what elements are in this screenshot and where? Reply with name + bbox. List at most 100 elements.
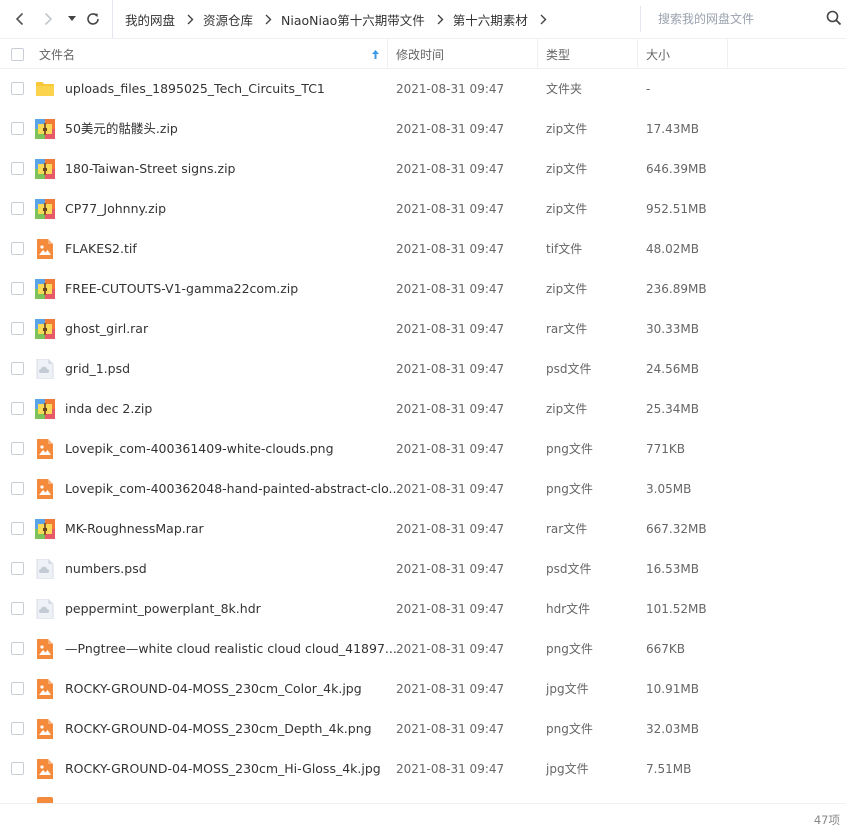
file-row[interactable]: uploads_files_1895025_Tech_Circuits_TC1 … <box>0 69 846 109</box>
file-row[interactable]: ROCKY-GROUND-04-MOSS_230cm_Depth_4k.png … <box>0 709 846 749</box>
file-row[interactable]: ROCKY-GROUND-04-MOSS_230cm_Hi-Gloss_4k.j… <box>0 749 846 789</box>
file-row[interactable]: —Pngtree—white cloud realistic cloud clo… <box>0 629 846 669</box>
file-row[interactable]: 180-Taiwan-Street signs.zip 2021-08-31 0… <box>0 149 846 189</box>
back-button[interactable] <box>8 0 32 38</box>
file-modified-time: 2021-08-31 09:47 <box>396 242 505 256</box>
file-type: rar文件 <box>546 322 588 336</box>
breadcrumb-item[interactable]: 我的网盘 <box>125 10 175 29</box>
breadcrumb-item[interactable]: NiaoNiao第十六期带文件 <box>281 10 425 29</box>
column-header-name[interactable]: 文件名 <box>39 39 75 69</box>
file-name[interactable]: MK-RoughnessMap.rar <box>65 509 204 549</box>
file-type: hdr文件 <box>546 602 591 616</box>
file-size: 10.91MB <box>646 682 699 696</box>
file-size: 17.43MB <box>646 122 699 136</box>
row-checkbox[interactable] <box>11 402 24 415</box>
breadcrumb-item-current[interactable]: 第十六期素材 <box>453 10 528 29</box>
file-name[interactable]: FREE-CUTOUTS-V1-gamma22com.zip <box>65 269 298 309</box>
row-checkbox[interactable] <box>11 762 24 775</box>
file-name[interactable]: CP77_Johnny.zip <box>65 189 166 229</box>
file-name[interactable]: numbers.psd <box>65 549 147 589</box>
breadcrumb-item[interactable]: 资源仓库 <box>203 10 253 29</box>
file-type: zip文件 <box>546 282 588 296</box>
row-checkbox[interactable] <box>11 202 24 215</box>
file-row[interactable]: grid_1.psd 2021-08-31 09:47 psd文件 24.56M… <box>0 349 846 389</box>
column-divider[interactable] <box>537 39 538 69</box>
file-modified-time: 2021-08-31 09:47 <box>396 682 505 696</box>
file-name[interactable]: 50美元的骷髅头.zip <box>65 109 178 149</box>
file-type: zip文件 <box>546 162 588 176</box>
row-checkbox[interactable] <box>11 362 24 375</box>
row-checkbox[interactable] <box>11 242 24 255</box>
file-row[interactable]: ROCKY-GROUND-04-MOSS_230cm_Color_4k.jpg … <box>0 669 846 709</box>
file-row[interactable]: numbers.psd 2021-08-31 09:47 psd文件 16.53… <box>0 549 846 589</box>
breadcrumb: 我的网盘 资源仓库 NiaoNiao第十六期带文件 第十六期素材 <box>112 0 556 38</box>
row-checkbox[interactable] <box>11 162 24 175</box>
folder-icon <box>35 79 55 99</box>
row-checkbox[interactable] <box>11 82 24 95</box>
file-name[interactable]: grid_1.psd <box>65 349 130 389</box>
file-type: jpg文件 <box>546 762 589 776</box>
archive-icon <box>35 119 55 139</box>
file-name[interactable]: Lovepik_com-400362048-hand-painted-abstr… <box>65 469 400 509</box>
file-size: 771KB <box>646 442 686 456</box>
file-row[interactable]: FLAKES2.tif 2021-08-31 09:47 tif文件 48.02… <box>0 229 846 269</box>
file-modified-time: 2021-08-31 09:47 <box>396 162 505 176</box>
image-file-icon <box>35 439 55 459</box>
row-checkbox[interactable] <box>11 522 24 535</box>
forward-button[interactable] <box>36 0 60 38</box>
file-row[interactable]: 50美元的骷髅头.zip 2021-08-31 09:47 zip文件 17.4… <box>0 109 846 149</box>
file-type: zip文件 <box>546 202 588 216</box>
file-name[interactable]: ROCKY-GROUND-04-MOSS_230cm_Depth_4k.png <box>65 709 372 749</box>
row-checkbox[interactable] <box>11 482 24 495</box>
file-name[interactable]: uploads_files_1895025_Tech_Circuits_TC1 <box>65 69 325 109</box>
file-modified-time: 2021-08-31 09:47 <box>396 482 505 496</box>
file-name[interactable]: 180-Taiwan-Street signs.zip <box>65 149 236 189</box>
file-row[interactable]: FREE-CUTOUTS-V1-gamma22com.zip 2021-08-3… <box>0 269 846 309</box>
row-checkbox[interactable] <box>11 442 24 455</box>
file-name[interactable]: inda dec 2.zip <box>65 389 152 429</box>
file-row[interactable]: inda dec 2.zip 2021-08-31 09:47 zip文件 25… <box>0 389 846 429</box>
file-name[interactable]: —Pngtree—white cloud realistic cloud clo… <box>65 629 397 669</box>
file-type: psd文件 <box>546 562 592 576</box>
column-divider[interactable] <box>387 39 388 69</box>
row-checkbox[interactable] <box>11 562 24 575</box>
file-name[interactable]: ROCKY-GROUND-04-MOSS_230cm_Hi-Gloss_4k.j… <box>65 749 381 789</box>
file-name[interactable]: Lovepik_com-400361409-white-clouds.png <box>65 429 334 469</box>
file-row[interactable]: MK-RoughnessMap.rar 2021-08-31 09:47 rar… <box>0 509 846 549</box>
file-modified-time: 2021-08-31 09:47 <box>396 522 505 536</box>
file-name[interactable]: FLAKES2.tif <box>65 229 137 269</box>
row-checkbox[interactable] <box>11 682 24 695</box>
file-size: 101.52MB <box>646 602 707 616</box>
search-input[interactable] <box>658 12 808 26</box>
file-row[interactable]: ghost_girl.rar 2021-08-31 09:47 rar文件 30… <box>0 309 846 349</box>
refresh-button[interactable] <box>83 0 103 38</box>
row-checkbox[interactable] <box>11 322 24 335</box>
row-checkbox[interactable] <box>11 122 24 135</box>
row-checkbox[interactable] <box>11 602 24 615</box>
file-name[interactable]: peppermint_powerplant_8k.hdr <box>65 589 261 629</box>
file-name[interactable]: ghost_girl.rar <box>65 309 148 349</box>
image-file-icon <box>35 759 55 779</box>
column-header-size[interactable]: 大小 <box>646 39 670 69</box>
search-box <box>640 6 846 32</box>
column-divider[interactable] <box>637 39 638 69</box>
column-divider[interactable] <box>727 39 728 69</box>
file-modified-time: 2021-08-31 09:47 <box>396 362 505 376</box>
file-row[interactable]: Lovepik_com-400362048-hand-painted-abstr… <box>0 469 846 509</box>
search-icon[interactable] <box>826 10 842 29</box>
sort-up-arrow-icon[interactable] <box>371 39 380 69</box>
column-header-modified[interactable]: 修改时间 <box>396 39 444 69</box>
file-row[interactable]: Lovepik_com-400361409-white-clouds.png 2… <box>0 429 846 469</box>
file-row[interactable]: CP77_Johnny.zip 2021-08-31 09:47 zip文件 9… <box>0 189 846 229</box>
file-list-header: 文件名 修改时间 类型 大小 <box>0 38 846 69</box>
select-all-checkbox[interactable] <box>11 39 24 69</box>
file-name[interactable]: ROCKY-GROUND-04-MOSS_230cm_Color_4k.jpg <box>65 669 362 709</box>
file-modified-time: 2021-08-31 09:47 <box>396 602 505 616</box>
row-checkbox[interactable] <box>11 282 24 295</box>
row-checkbox[interactable] <box>11 642 24 655</box>
generic-file-icon <box>35 598 55 620</box>
history-dropdown-button[interactable] <box>64 0 80 38</box>
column-header-type[interactable]: 类型 <box>546 39 570 69</box>
row-checkbox[interactable] <box>11 722 24 735</box>
file-row[interactable]: peppermint_powerplant_8k.hdr 2021-08-31 … <box>0 589 846 629</box>
